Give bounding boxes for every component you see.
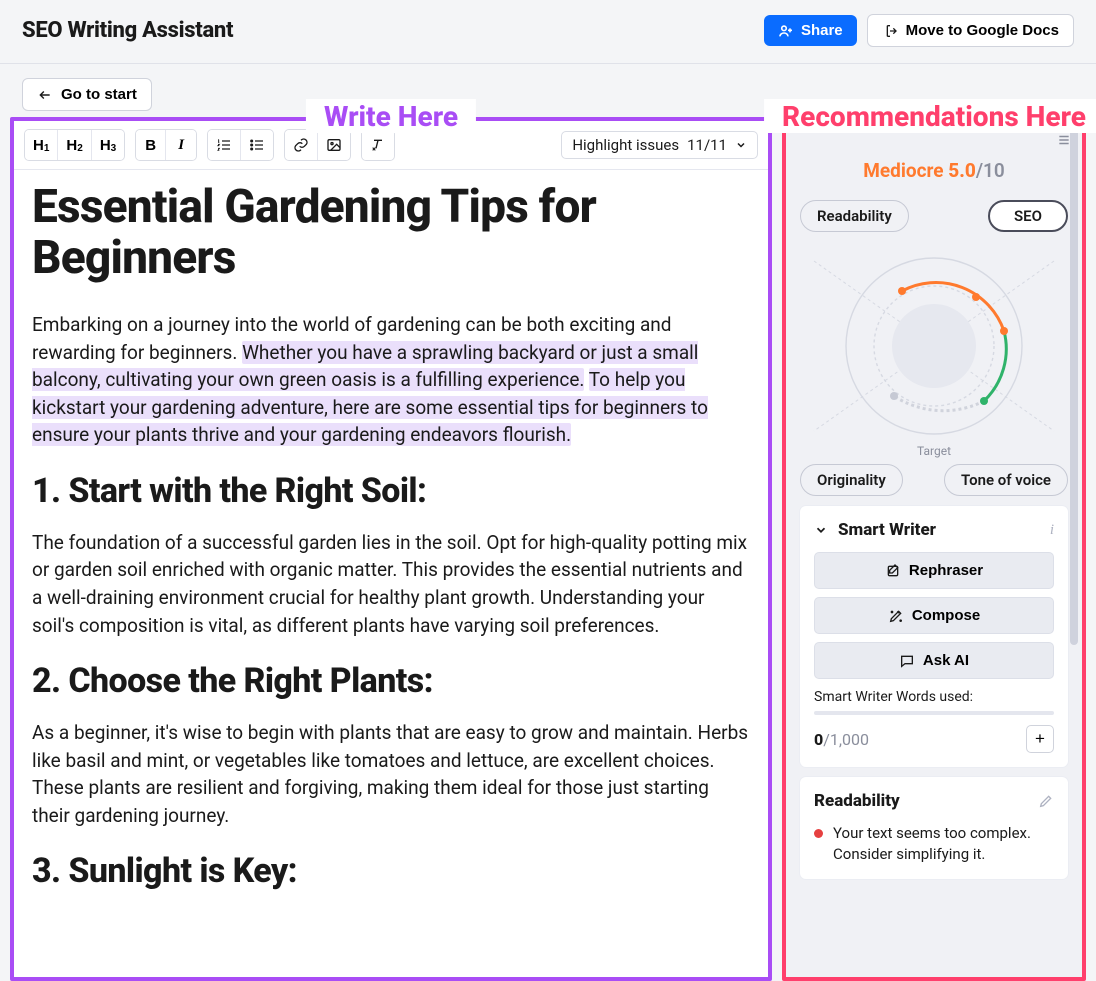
- highlight-issues-dropdown[interactable]: Highlight issues 11/11: [561, 131, 758, 159]
- chip-seo[interactable]: SEO: [988, 200, 1068, 232]
- highlight-count: 11/11: [687, 136, 727, 154]
- smart-writer-title: Smart Writer: [838, 520, 1040, 540]
- clear-format-icon: [370, 137, 386, 153]
- recommendations-here-label: Recommendations Here: [764, 99, 1096, 133]
- chat-icon: [899, 653, 915, 669]
- rephraser-icon: [885, 563, 901, 579]
- gdocs-label: Move to Google Docs: [906, 22, 1059, 39]
- goto-start-button[interactable]: Go to start: [22, 78, 152, 111]
- doc-heading-3: 3. Sunlight is Key:: [32, 851, 750, 891]
- readability-title: Readability: [814, 791, 1028, 811]
- chevron-down-icon[interactable]: [814, 523, 828, 537]
- red-dot-icon: [814, 829, 823, 838]
- h3-button[interactable]: H3: [92, 130, 124, 160]
- chip-tone[interactable]: Tone of voice: [944, 464, 1068, 496]
- info-icon[interactable]: i: [1050, 522, 1054, 539]
- readability-card: Readability Your text seems too complex.…: [800, 777, 1068, 879]
- topbar-actions: Share Move to Google Docs: [764, 14, 1074, 47]
- unordered-list-button[interactable]: [241, 130, 273, 160]
- chip-originality[interactable]: Originality: [800, 464, 903, 496]
- compose-icon: [888, 608, 904, 624]
- doc-heading-2: 2. Choose the Right Plants:: [32, 661, 750, 701]
- score-line: Mediocre 5.0/10: [794, 159, 1074, 182]
- goto-start-label: Go to start: [61, 86, 137, 103]
- person-plus-icon: [778, 23, 794, 39]
- usage-label: Smart Writer Words used:: [814, 689, 1054, 705]
- clear-format-button[interactable]: [362, 130, 394, 160]
- editor-body[interactable]: Essential Gardening Tips for Beginners E…: [14, 170, 768, 921]
- menu-button[interactable]: [1056, 133, 1072, 147]
- h2-button[interactable]: H2: [58, 130, 91, 160]
- ask-ai-button[interactable]: Ask AI: [814, 642, 1054, 679]
- ordered-list-button[interactable]: [208, 130, 241, 160]
- write-here-label: Write Here: [306, 99, 476, 133]
- usage-bar: [814, 711, 1054, 715]
- export-icon: [882, 23, 898, 39]
- link-button[interactable]: [285, 130, 318, 160]
- image-button[interactable]: [318, 130, 350, 160]
- pencil-icon: [1038, 793, 1054, 809]
- doc-paragraph-3: As a beginner, it's wise to begin with p…: [32, 719, 750, 829]
- chevron-down-icon: [735, 139, 747, 151]
- menu-icon: [1056, 133, 1072, 147]
- share-button[interactable]: Share: [764, 15, 857, 46]
- compose-button[interactable]: Compose: [814, 597, 1054, 634]
- usage-value: 0/1,000: [814, 730, 869, 749]
- image-icon: [326, 137, 342, 153]
- link-icon: [293, 137, 309, 153]
- edit-button[interactable]: [1038, 793, 1054, 809]
- doc-paragraph-1: Embarking on a journey into the world of…: [32, 311, 750, 449]
- italic-button[interactable]: I: [166, 130, 196, 160]
- arrow-left-icon: [37, 88, 53, 102]
- smart-writer-card: Smart Writer i Rephraser Compose Ask AI: [800, 506, 1068, 767]
- radar-chart: [794, 236, 1074, 456]
- chip-readability[interactable]: Readability: [800, 200, 909, 232]
- move-gdocs-button[interactable]: Move to Google Docs: [867, 14, 1074, 47]
- doc-title: Essential Gardening Tips for Beginners: [32, 182, 750, 283]
- bold-button[interactable]: B: [136, 130, 166, 160]
- highlight-label: Highlight issues: [572, 136, 679, 154]
- share-label: Share: [801, 22, 843, 39]
- readability-issue: Your text seems too complex. Consider si…: [814, 823, 1054, 865]
- ordered-list-icon: [216, 137, 232, 153]
- unordered-list-icon: [249, 137, 265, 153]
- add-words-button[interactable]: +: [1026, 725, 1054, 753]
- doc-paragraph-2: The foundation of a successful garden li…: [32, 529, 750, 639]
- rephraser-button[interactable]: Rephraser: [814, 552, 1054, 589]
- page-title: SEO Writing Assistant: [22, 18, 233, 43]
- h1-button[interactable]: H1: [25, 130, 58, 160]
- doc-heading-1: 1. Start with the Right Soil:: [32, 471, 750, 511]
